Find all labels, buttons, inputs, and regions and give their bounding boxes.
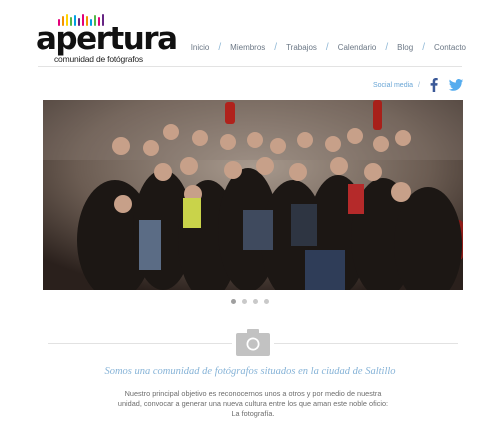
nav-separator: / [218, 42, 222, 53]
slider-dot[interactable] [242, 299, 247, 304]
community-tagline: Somos una comunidad de fotógrafos situad… [104, 366, 396, 377]
nav-item-trabajos[interactable]: Trabajos [286, 43, 317, 52]
social-media-bar: Social media / [373, 78, 464, 92]
slider-pagination [0, 299, 500, 304]
nav-separator: / [385, 42, 389, 53]
nav-item-miembros[interactable]: Miembros [230, 43, 265, 52]
brand-name: apertura [36, 21, 178, 57]
camera-icon [236, 329, 270, 356]
group-photo [43, 100, 463, 290]
hero-group-photo [43, 100, 463, 290]
slider-dot[interactable] [264, 299, 269, 304]
nav-item-calendario[interactable]: Calendario [338, 43, 377, 52]
description-line: Nuestro principal objetivo es reconocern… [124, 389, 382, 398]
description-line: La fotografía. [231, 409, 275, 418]
community-description: Nuestro principal objetivo es reconocern… [110, 389, 396, 419]
social-media-label: Social media [372, 81, 414, 89]
main-nav: Inicio / Miembros / Trabajos / Calendari… [191, 42, 466, 53]
nav-separator: / [325, 42, 329, 53]
nav-item-inicio[interactable]: Inicio [191, 43, 210, 52]
section-divider-left [48, 343, 232, 344]
social-separator: / [418, 81, 420, 89]
facebook-icon[interactable] [430, 78, 438, 92]
header-divider [38, 66, 462, 67]
slider-dot[interactable] [253, 299, 258, 304]
nav-separator: / [274, 42, 278, 53]
twitter-icon[interactable] [448, 79, 464, 91]
description-line: unidad, convocar a generar una nueva cul… [117, 399, 389, 408]
nav-item-contacto[interactable]: Contacto [434, 43, 466, 52]
brand-subtitle: comunidad de fotógrafos [54, 54, 143, 64]
brand-logo[interactable]: apertura comunidad de fotógrafos [36, 14, 178, 64]
nav-item-blog[interactable]: Blog [397, 43, 413, 52]
section-divider-right [274, 343, 458, 344]
slider-dot[interactable] [231, 299, 236, 304]
nav-separator: / [422, 42, 425, 53]
